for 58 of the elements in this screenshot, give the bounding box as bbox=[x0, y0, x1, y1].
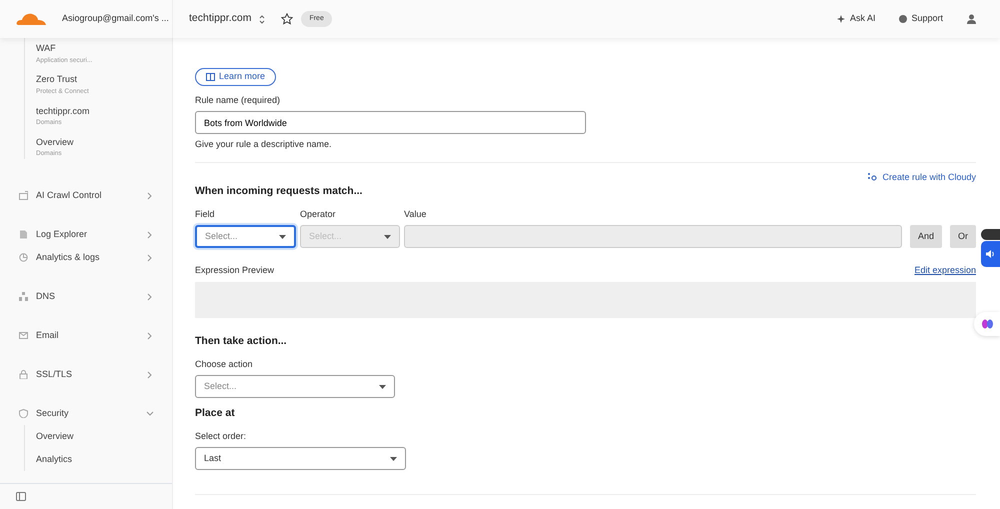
rule-name-field[interactable]: Bots from Worldwide bbox=[195, 111, 586, 134]
speaker-button[interactable] bbox=[981, 241, 1000, 267]
edit-expression-link[interactable]: Edit expression bbox=[914, 264, 976, 278]
speaker-icon bbox=[986, 250, 995, 258]
network-icon bbox=[19, 292, 28, 301]
field-label: Expression Preview bbox=[195, 264, 274, 278]
select-field[interactable]: Last bbox=[195, 447, 406, 470]
learn-more-button[interactable]: Learn more bbox=[195, 68, 276, 86]
section-heading: Then take action... bbox=[195, 334, 288, 349]
field-label: Field bbox=[195, 208, 216, 221]
caret-icon bbox=[384, 234, 391, 239]
field-label: Operator bbox=[300, 208, 337, 221]
nav-item[interactable]: techtippr.com bbox=[36, 104, 172, 118]
create-rule-link[interactable]: Create rule with Cloudy bbox=[868, 170, 976, 184]
brain-icon bbox=[982, 319, 992, 329]
switcher-icon bbox=[259, 14, 266, 24]
widget-tab[interactable] bbox=[981, 229, 1000, 240]
nav-item[interactable]: Zero Trust bbox=[36, 73, 172, 87]
field-label: Value bbox=[404, 208, 428, 221]
nav-item[interactable]: AI Crawl Control bbox=[36, 188, 138, 202]
assistant-button[interactable] bbox=[974, 312, 1000, 336]
select-field[interactable]: Select... bbox=[195, 375, 395, 398]
document-icon bbox=[19, 230, 28, 239]
nav-item[interactable]: SSL/TLS bbox=[36, 368, 138, 382]
nav-item[interactable]: Overview bbox=[36, 136, 172, 150]
support-button[interactable]: Support bbox=[899, 12, 943, 26]
help-text: Give your rule a descriptive name. bbox=[195, 138, 333, 151]
caret-icon bbox=[390, 456, 397, 461]
select-field[interactable]: Select... bbox=[195, 225, 296, 248]
account-name[interactable]: Asiogroup@gmail.com's ... bbox=[62, 12, 169, 26]
lock-icon bbox=[19, 370, 28, 379]
field-label: Choose action bbox=[195, 358, 254, 370]
nav-item[interactable]: WAF bbox=[36, 42, 172, 56]
window-icon bbox=[19, 191, 28, 200]
logic-button[interactable]: Or bbox=[950, 225, 976, 248]
nav-item[interactable]: Security bbox=[36, 406, 138, 420]
field-label: Select order: bbox=[195, 430, 248, 443]
nav-item[interactable]: Analytics bbox=[36, 448, 172, 471]
nav-item[interactable]: Overview bbox=[36, 425, 172, 448]
book-icon bbox=[206, 72, 215, 81]
field-label: Rule name (required) bbox=[195, 94, 282, 107]
clock-chart-icon bbox=[19, 253, 28, 262]
caret-icon bbox=[279, 234, 286, 239]
section-heading: When incoming requests match... bbox=[195, 184, 364, 199]
sidebar-toggle-icon bbox=[16, 492, 26, 501]
nav-item[interactable]: DNS bbox=[36, 290, 138, 304]
mail-icon bbox=[19, 331, 28, 340]
nav-item[interactable]: Analytics & logs bbox=[36, 250, 138, 264]
shield-icon bbox=[19, 409, 28, 418]
logic-button[interactable]: And bbox=[910, 225, 942, 248]
caret-icon bbox=[379, 384, 386, 388]
cloud-logo bbox=[16, 12, 46, 26]
nav-item[interactable]: Email bbox=[36, 328, 138, 342]
nav-item[interactable]: Log Explorer bbox=[36, 228, 138, 242]
section-heading: Place at bbox=[195, 406, 236, 421]
domain-name[interactable]: techtippr.com bbox=[189, 11, 252, 27]
user-icon bbox=[967, 14, 976, 24]
ask-ai-button[interactable]: Ask AI bbox=[836, 12, 876, 26]
